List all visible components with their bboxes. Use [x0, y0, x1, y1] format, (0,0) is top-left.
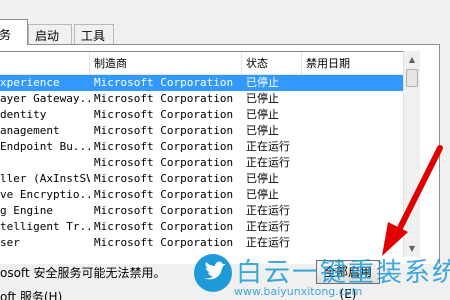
state-cell: 正在运行: [246, 204, 290, 217]
service-name-cell: ller (AxInstSV): [0, 172, 90, 185]
list-header: 制造商 状态 禁用日期: [0, 52, 419, 75]
watermark-url: www.baiyunxitong.com: [234, 285, 363, 298]
table-row[interactable]: dentity Microsoft Corporation 已停止: [0, 107, 419, 123]
scroll-up-arrow-icon[interactable]: ▲: [404, 51, 420, 68]
table-row[interactable]: ser Microsoft Corporation 正在运行: [0, 235, 419, 251]
table-row[interactable]: anagement Microsoft Corporation 已停止: [0, 123, 419, 139]
state-cell: 正在运行: [246, 220, 290, 233]
state-cell: 已停止: [246, 188, 279, 201]
service-name-cell: telligent Tr...: [0, 220, 90, 233]
state-cell: 已停止: [246, 92, 279, 105]
column-header-state[interactable]: 状态: [242, 52, 302, 75]
state-cell: 正在运行: [246, 236, 290, 249]
manufacturer-cell: Microsoft Corporation: [94, 236, 234, 249]
service-name-cell: anagement: [0, 124, 60, 137]
tab-startup[interactable]: 启动: [28, 24, 72, 44]
watermark-title: 白云一键重装系统: [236, 258, 450, 288]
watermark: 白云一键重装系统 www.baiyunxitong.com: [192, 252, 450, 300]
service-name-cell: Endpoint Bu...: [0, 140, 90, 153]
security-services-note: osoft 安全服务可能无法禁用。: [0, 266, 166, 280]
column-header-service[interactable]: [0, 52, 90, 75]
table-row[interactable]: g Engine Microsoft Corporation 正在运行: [0, 203, 419, 219]
scrollbar-thumb[interactable]: [406, 69, 418, 87]
table-row[interactable]: telligent Tr... Microsoft Corporation 正在运行: [0, 219, 419, 235]
service-name-cell: dentity: [0, 108, 47, 121]
manufacturer-cell: Microsoft Corporation: [94, 92, 234, 105]
table-row[interactable]: ayer Gateway... Microsoft Corporation 已停止: [0, 91, 419, 107]
column-header-disabled-date[interactable]: 禁用日期: [302, 52, 402, 75]
vertical-scrollbar[interactable]: ▲ ▼: [403, 51, 420, 257]
state-cell: 已停止: [246, 108, 279, 121]
state-cell: 正在运行: [246, 140, 290, 153]
table-row[interactable]: ller (AxInstSV) Microsoft Corporation 已停止: [0, 171, 419, 187]
tab-services[interactable]: 务: [0, 19, 28, 45]
manufacturer-cell: Microsoft Corporation: [94, 172, 234, 185]
service-name-cell: ser: [0, 236, 20, 249]
manufacturer-cell: Microsoft Corporation: [94, 124, 234, 137]
table-row[interactable]: Microsoft Corporation 正在运行: [0, 155, 419, 171]
services-list[interactable]: 制造商 状态 禁用日期 xperience Microsoft Corporati…: [0, 51, 420, 257]
state-cell: 正在运行: [246, 156, 290, 169]
state-cell: 已停止: [246, 172, 279, 185]
tab-strip: 务 启动 工具: [0, 0, 450, 45]
services-panel: 制造商 状态 禁用日期 xperience Microsoft Corporati…: [0, 44, 440, 264]
manufacturer-cell: Microsoft Corporation: [94, 188, 234, 201]
manufacturer-cell: Microsoft Corporation: [94, 204, 234, 217]
manufacturer-cell: Microsoft Corporation: [94, 156, 234, 169]
table-row[interactable]: ve Encryptio... Microsoft Corporation 已停止: [0, 187, 419, 203]
table-row[interactable]: xperience Microsoft Corporation 已停止: [0, 75, 419, 91]
service-name-cell: ve Encryptio...: [0, 188, 90, 201]
twitter-bird-icon: [194, 254, 232, 292]
manufacturer-cell: Microsoft Corporation: [94, 108, 234, 121]
manufacturer-cell: Microsoft Corporation: [94, 76, 234, 89]
manufacturer-cell: Microsoft Corporation: [94, 220, 234, 233]
table-row[interactable]: Endpoint Bu... Microsoft Corporation 正在运行: [0, 139, 419, 155]
service-name-cell: g Engine: [0, 204, 53, 217]
state-cell: 已停止: [246, 124, 279, 137]
manufacturer-cell: Microsoft Corporation: [94, 140, 234, 153]
service-name-cell: xperience: [0, 76, 60, 89]
column-header-manufacturer[interactable]: 制造商: [90, 52, 242, 75]
hide-ms-services-label[interactable]: oft 服务(H): [0, 288, 62, 300]
tab-tools[interactable]: 工具: [74, 24, 114, 44]
list-rows: xperience Microsoft Corporation 已停止 ayer Ga…: [0, 75, 419, 251]
state-cell: 已停止: [246, 76, 279, 89]
service-name-cell: ayer Gateway...: [0, 92, 90, 105]
